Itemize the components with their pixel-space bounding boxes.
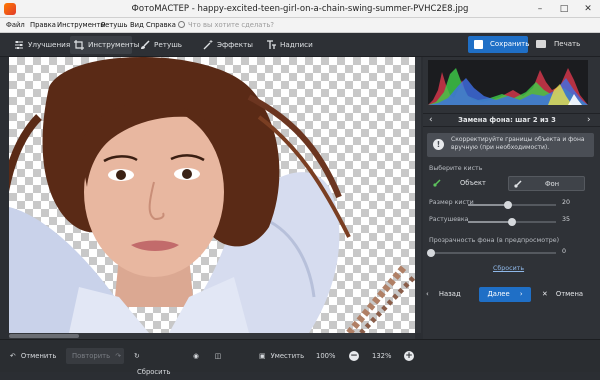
slider-fill	[468, 221, 512, 223]
hint-box: ! Скорректируйте границы объекта и фона …	[427, 133, 594, 157]
printer-icon	[536, 40, 546, 48]
chevron-left-icon[interactable]: ‹	[429, 114, 433, 127]
redo-icon: ↷	[115, 352, 121, 360]
brush-size-value: 20	[562, 199, 571, 206]
back-label: Назад	[438, 290, 461, 298]
undo-button[interactable]: ↶ Отменить	[10, 348, 62, 364]
brush-icon	[433, 179, 441, 187]
step-header: ‹ Замена фона: шаг 2 из 3 ›	[423, 113, 600, 127]
zoom-in-icon[interactable]: +	[404, 351, 414, 361]
cancel-button[interactable]: ✕ Отмена	[542, 287, 592, 302]
sliders-icon	[15, 41, 23, 49]
title-bar: ФотоМАСТЕР - happy-excited-teen-girl-on-…	[0, 0, 600, 18]
cancel-label: Отмена	[555, 290, 584, 298]
close-icon[interactable]: ✕	[576, 0, 600, 18]
reset-icon: ↻	[134, 352, 140, 360]
undo-icon: ↶	[10, 352, 16, 360]
slider-knob[interactable]	[503, 201, 512, 209]
search-input[interactable]: Что вы хотите сделать?	[178, 20, 298, 31]
menu-retouch[interactable]: Ретушь	[101, 18, 128, 33]
bg-opacity-value: 0	[562, 248, 567, 255]
tab-retouch[interactable]: Ретушь	[136, 36, 186, 54]
menu-bar: Файл Правка Инструменты Ретушь Вид Справ…	[0, 18, 600, 33]
slider-fill	[468, 204, 508, 206]
chevron-left-icon: ‹	[426, 290, 429, 298]
zoom-100-button[interactable]: 100%	[316, 348, 335, 364]
text-icon	[267, 40, 276, 49]
undo-label: Отменить	[20, 352, 57, 360]
next-label: Далее	[487, 290, 510, 298]
fit-screen-icon: ▣	[259, 352, 266, 360]
tab-effects[interactable]: Эффекты	[199, 36, 254, 54]
back-button[interactable]: ‹ Назад	[426, 287, 470, 302]
next-button[interactable]: Далее ›	[479, 287, 531, 302]
print-button[interactable]: Печать	[532, 36, 592, 53]
tab-label: Надписи	[280, 40, 313, 49]
image-canvas[interactable]	[9, 57, 415, 333]
menu-edit[interactable]: Правка	[30, 18, 56, 33]
brush-icon	[141, 40, 150, 49]
eye-icon[interactable]: ◉	[190, 348, 202, 364]
histogram-graph	[428, 68, 588, 105]
step-title: Замена фона: шаг 2 из 3	[458, 116, 556, 124]
tab-label: Улучшения	[28, 40, 71, 49]
bg-opacity-slider[interactable]	[427, 249, 556, 257]
redo-button[interactable]: Повторить ↷	[66, 348, 124, 364]
menu-tools[interactable]: Инструменты	[57, 18, 106, 33]
menu-file[interactable]: Файл	[6, 18, 25, 33]
crop-icon	[74, 40, 84, 50]
feather-value: 35	[562, 216, 571, 223]
histogram	[428, 60, 588, 105]
save-label: Сохранить	[490, 40, 530, 48]
feather-slider[interactable]	[468, 218, 556, 226]
tab-label: Инструменты	[88, 40, 140, 49]
minimize-icon[interactable]: –	[528, 0, 552, 18]
reset-label: Сбросить	[137, 368, 171, 376]
save-button[interactable]: Сохранить	[468, 36, 530, 53]
zoom-value: 132%	[372, 352, 392, 360]
menu-view[interactable]: Вид	[130, 18, 144, 33]
info-icon: !	[433, 139, 444, 150]
object-brush-label: Объект	[460, 179, 486, 187]
object-brush-button[interactable]: Объект	[428, 176, 500, 191]
magic-wand-icon	[203, 40, 213, 50]
scrollbar-thumb[interactable]	[9, 334, 79, 338]
search-placeholder: Что вы хотите сделать?	[188, 21, 275, 29]
tab-label: Эффекты	[217, 40, 253, 49]
background-brush-label: Фон	[545, 180, 560, 188]
bottom-bar: ↶ Отменить Повторить ↷ ↻ Сбросить ◉ ◫ ▣ …	[0, 339, 600, 376]
compare-icon[interactable]: ◫	[212, 348, 224, 364]
menu-help[interactable]: Справка	[146, 18, 176, 33]
tab-tools[interactable]: Инструменты	[70, 36, 139, 54]
background-brush-button[interactable]: Фон	[508, 176, 585, 191]
bg-opacity-label: Прозрачность фона (в предпросмотре)	[429, 237, 560, 244]
search-icon	[178, 21, 185, 28]
reset-link[interactable]: Сбросить	[493, 265, 524, 272]
print-label: Печать	[554, 40, 581, 48]
vertical-scrollbar[interactable]	[415, 57, 421, 333]
photo-subject	[9, 57, 415, 333]
chevron-right-icon[interactable]: ›	[587, 114, 591, 127]
close-icon: ✕	[542, 290, 548, 298]
maximize-icon[interactable]: □	[552, 0, 576, 18]
fit-label: Уместить	[270, 352, 305, 360]
window-title: ФотоМАСТЕР - happy-excited-teen-girl-on-…	[131, 4, 469, 14]
tab-label: Ретушь	[154, 40, 183, 49]
chevron-right-icon: ›	[519, 290, 523, 298]
slider-knob[interactable]	[508, 218, 516, 226]
tab-enhancements[interactable]: Улучшения	[10, 36, 71, 54]
brush-choice-label: Выберите кисть	[429, 165, 483, 172]
feather-label: Растушевка	[429, 216, 469, 223]
zoom-out-icon[interactable]: −	[349, 351, 359, 361]
slider-knob[interactable]	[427, 249, 435, 257]
brush-icon	[514, 180, 522, 188]
tab-text[interactable]: Надписи	[262, 36, 314, 54]
redo-label: Повторить	[72, 352, 111, 360]
floppy-disk-icon	[474, 40, 483, 49]
brush-size-slider[interactable]	[468, 201, 556, 209]
hint-text: Скорректируйте границы объекта и фона вр…	[451, 136, 585, 151]
fit-button[interactable]: ▣ Уместить	[259, 348, 305, 364]
reset-button[interactable]: ↻ Сбросить	[134, 348, 178, 376]
